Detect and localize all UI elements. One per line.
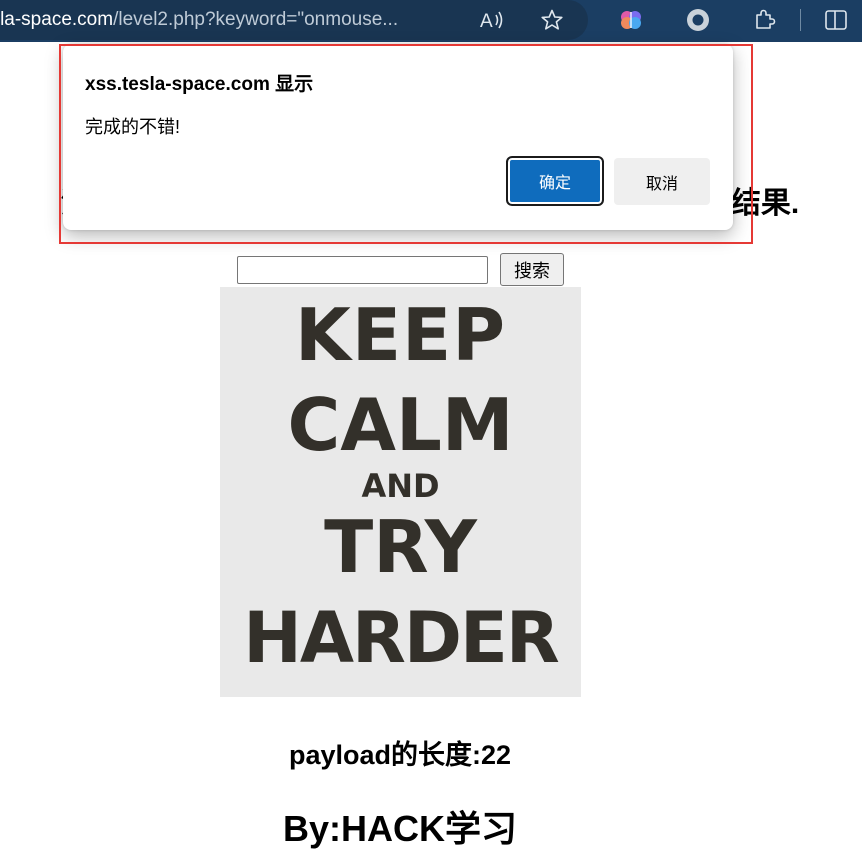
record-circle-icon[interactable]	[684, 6, 712, 34]
poster-line-harder: HARDER	[243, 597, 559, 679]
poster-line-and: AND	[361, 467, 440, 505]
toolbar-separator	[800, 9, 801, 31]
read-aloud-icon[interactable]: A	[478, 6, 506, 34]
keep-calm-poster-image: KEEP CALM AND TRY HARDER	[220, 287, 581, 697]
poster-line-keep: KEEP	[295, 293, 506, 377]
copilot-brain-icon[interactable]	[617, 6, 645, 34]
url-path: /level2.php?keyword="onmouse...	[113, 9, 399, 30]
cancel-button[interactable]: 取消	[614, 158, 710, 205]
poster-line-calm: CALM	[287, 383, 514, 467]
extensions-puzzle-icon[interactable]	[750, 6, 778, 34]
url-text[interactable]: esla-space.com/level2.php?keyword="onmou…	[0, 9, 398, 31]
search-button[interactable]: 搜索	[500, 253, 564, 286]
url-host: esla-space.com	[0, 9, 114, 30]
dialog-title: xss.tesla-space.com 显示	[85, 74, 314, 95]
heading-right-text: 结果.	[730, 187, 800, 220]
dialog-message: 完成的不错!	[85, 117, 181, 137]
split-screen-icon[interactable]	[822, 6, 850, 34]
favorite-star-icon[interactable]	[538, 6, 566, 34]
svg-text:A: A	[480, 11, 493, 31]
alert-dialog: xss.tesla-space.com 显示 完成的不错! 确定 取消	[63, 44, 733, 230]
author-text: By:HACK学习	[282, 808, 517, 849]
browser-toolbar: esla-space.com/level2.php?keyword="onmou…	[0, 0, 862, 42]
payload-length-text: payload的长度:22	[288, 740, 512, 770]
ok-button[interactable]: 确定	[506, 156, 604, 206]
poster-line-try: TRY	[324, 505, 477, 589]
search-input[interactable]	[237, 256, 488, 284]
